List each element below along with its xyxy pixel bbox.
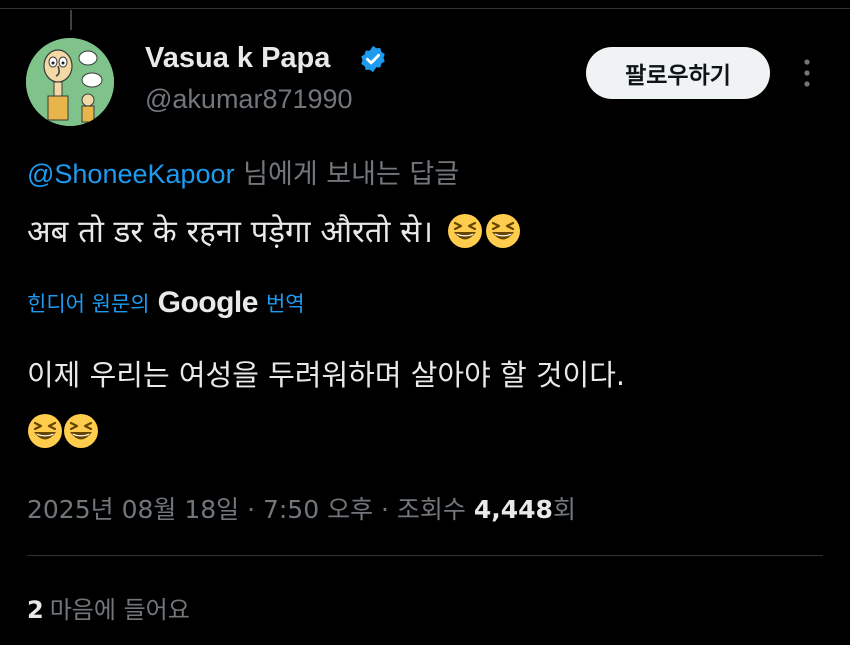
reply-mention-link[interactable]: @ShoneeKapoor [27, 159, 235, 189]
grinning-squinting-face-emoji-icon [447, 214, 482, 248]
tweet-timestamp[interactable]: 2025년 08월 18일 · 7:50 오후 · 조회수 [27, 495, 474, 524]
handle[interactable]: @akumar871990 [145, 84, 353, 115]
more-vertical-icon[interactable] [796, 56, 818, 90]
google-logo-text: Google [157, 286, 259, 319]
translated-tweet: 이제 우리는 여성을 두려워하며 살아야 할 것이다. [27, 348, 827, 456]
likes-label: 마음에 들어요 [49, 596, 190, 624]
translated-text: 이제 우리는 여성을 두려워하며 살아야 할 것이다. [27, 358, 626, 392]
divider [27, 555, 823, 556]
follow-button[interactable]: 팔로우하기 [586, 47, 770, 99]
translation-suffix: 번역 [265, 292, 305, 316]
translation-prefix: 힌디어 원문의 [27, 292, 150, 316]
tweet-text: अब तो डर के रहना पड़ेगा औरतो से। [27, 214, 433, 250]
tweet-body: अब तो डर के रहना पड़ेगा औरतो से। [27, 210, 521, 252]
likes-link[interactable]: 2 마음에 들어요 [27, 590, 190, 625]
grinning-squinting-face-emoji-icon [28, 414, 62, 448]
display-name[interactable]: Vasua k Papa [145, 42, 330, 75]
view-count-suffix: 회 [552, 495, 576, 524]
top-border [0, 8, 850, 9]
grinning-squinting-face-emoji-icon [485, 214, 520, 248]
like-count: 2 [27, 596, 44, 624]
avatar[interactable] [26, 38, 114, 126]
tweet-metadata: 2025년 08월 18일 · 7:50 오후 · 조회수 4,448회 [27, 490, 576, 526]
translation-attribution[interactable]: 힌디어 원문의 Google 번역 [27, 286, 305, 320]
verified-badge-icon [361, 45, 385, 73]
thread-connector-line [70, 10, 72, 30]
cartoon-avatar-icon [26, 38, 114, 126]
reply-context: @ShoneeKapoor 님에게 보내는 답글 [27, 152, 459, 191]
view-count: 4,448 [473, 495, 553, 524]
reply-suffix: 님에게 보내는 답글 [243, 159, 460, 190]
grinning-squinting-face-emoji-icon [64, 414, 98, 448]
